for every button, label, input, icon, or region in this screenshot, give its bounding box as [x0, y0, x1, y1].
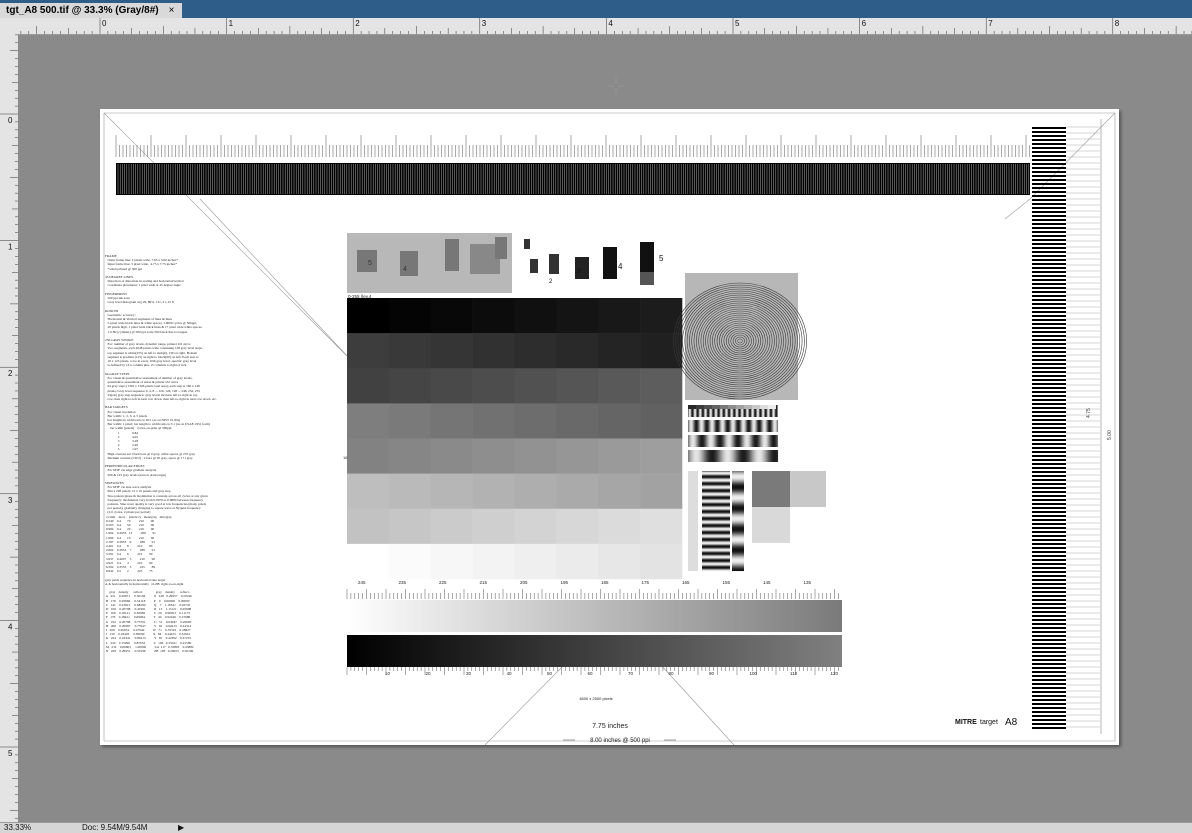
bar-label-5a: 5: [368, 260, 372, 267]
wedge-bottom-label: 20: [426, 671, 432, 676]
wedge-top-labels: 245 235 225 215 205 195 185 175 165 155 145 135: [358, 580, 812, 585]
horizontal-ruler[interactable]: 0 1 2 3 4 5 6 7 8: [18, 18, 1192, 35]
ruler-h-label: 4: [608, 19, 613, 28]
wedge-tick-strip: [346, 589, 839, 599]
brand-target: target: [980, 719, 998, 726]
perpendicular-edge-light: [790, 471, 826, 507]
vertical-sine-target: [688, 471, 744, 572]
wedge-top-label: 145: [763, 580, 771, 585]
status-bar: 33.33% Doc: 9.54M/9.54M ▶: [0, 822, 1192, 833]
brand-mitre: MITRE: [955, 719, 977, 726]
document-tab-bar: tgt_A8 500.tif @ 33.3% (Gray/8#) ×: [0, 0, 1192, 18]
wedge-bottom-label: 90: [709, 671, 715, 676]
gray-steps-side-label: 16: [343, 455, 348, 460]
height-outer-label: 5.00: [1107, 430, 1113, 440]
legend-text: FRAME Outer frame line: 2 pixels wide, 7…: [105, 254, 217, 654]
crosshair-cursor-icon: [608, 78, 624, 94]
wedge-bottom-ticks: [346, 667, 839, 675]
gray-steps-64: [347, 298, 683, 580]
wedge-bottom-labels: 102030405060708090100110120: [385, 671, 839, 676]
sinewave-targets: [688, 405, 779, 462]
ruler-h-label: 2: [355, 19, 360, 28]
document-tab[interactable]: tgt_A8 500.tif @ 33.3% (Gray/8#) ×: [0, 3, 183, 18]
ruler-origin[interactable]: [0, 18, 19, 35]
document-tab-title[interactable]: tgt_A8 500.tif @ 33.3% (Gray/8#): [6, 3, 159, 18]
wedge-bottom-label: 110: [790, 671, 798, 676]
wedge-bottom-label: 40: [507, 671, 513, 676]
ruler-h-label: 1: [229, 19, 234, 28]
gray-wedge-top: [347, 600, 842, 632]
wedge-top-label: 215: [480, 580, 488, 585]
wedge-bottom-label: 50: [547, 671, 553, 676]
ruler-v-label: 0: [8, 116, 13, 125]
wedge-top-label: 195: [561, 580, 569, 585]
right-thin-ticks: [1066, 126, 1100, 728]
wedge-top-label: 135: [804, 580, 812, 585]
wedge-top-label: 185: [601, 580, 609, 585]
wedge-bottom-label: 60: [588, 671, 594, 676]
vertical-ruler[interactable]: 0 1 2 3 4 5: [0, 34, 19, 822]
pixels-label: 4600 x 2500 pixels: [579, 696, 612, 701]
ruler-v-label: 4: [8, 622, 13, 631]
ruler-v-label: 5: [8, 749, 13, 758]
perpendicular-edge-dark: [752, 471, 790, 507]
top-black-bar: [116, 163, 1030, 195]
height-inner-label: 4.75: [1086, 408, 1092, 418]
bar-label-2b: 2: [549, 279, 553, 285]
target-image[interactable]: 5 4 2 3 4 5 0-255 (lev.4 16 245 235 225 …: [100, 109, 1119, 745]
top-tick-strip: [115, 135, 1030, 157]
wedge-top-label: 205: [520, 580, 528, 585]
target-id: A8: [1005, 717, 1018, 728]
ruler-h-label: 3: [482, 19, 487, 28]
ruler-h-label: 0: [102, 19, 107, 28]
wedge-top-label: 245: [358, 580, 366, 585]
width-label: 7.75 inches: [592, 723, 628, 730]
wedge-bottom-label: 30: [466, 671, 472, 676]
wedge-top-label: 235: [399, 580, 407, 585]
close-icon[interactable]: ×: [169, 3, 175, 18]
wedge-bottom-label: 70: [628, 671, 634, 676]
wedge-bottom-label: 80: [669, 671, 675, 676]
bar-label-5b: 5: [659, 254, 664, 263]
horizontal-ruler-ticks: 0 1 2 3 4 5 6 7 8: [20, 18, 1192, 34]
wedge-top-label: 175: [642, 580, 650, 585]
wedge-top-label: 165: [682, 580, 690, 585]
right-ladder: [1032, 127, 1066, 729]
wedge-top-label: 155: [723, 580, 731, 585]
ruler-h-label: 6: [862, 19, 867, 28]
ruler-h-label: 5: [735, 19, 740, 28]
ruler-v-label: 3: [8, 496, 13, 505]
bar-label-4a: 4: [403, 266, 407, 273]
gray-wedge-bottom: [347, 635, 842, 667]
arrow-label: 8.00 inches @ 500 ppi: [590, 738, 650, 744]
ruler-v-label: 2: [8, 369, 13, 378]
ruler-v-label: 1: [8, 243, 13, 252]
perpendicular-edge-pale: [752, 507, 790, 543]
bar-label-4b: 4: [618, 262, 623, 271]
ruler-h-label: 8: [1115, 19, 1120, 28]
ruler-h-label: 7: [988, 19, 993, 28]
wedge-top-label: 225: [439, 580, 447, 585]
vertical-ruler-ticks: 0 1 2 3 4 5: [0, 34, 18, 819]
